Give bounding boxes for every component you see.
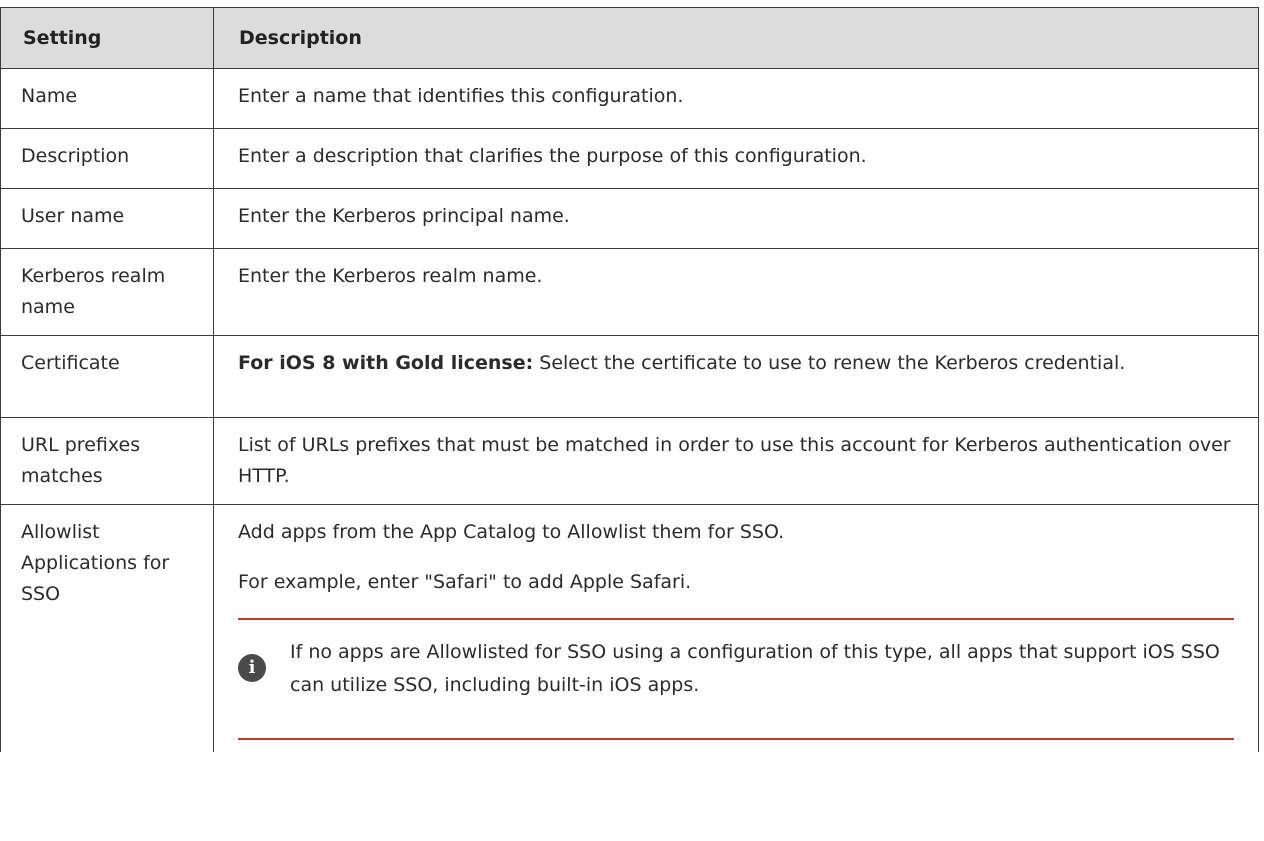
- setting-cell: User name: [0, 188, 214, 249]
- table-row: Allowlist Applications for SSO Add apps …: [0, 504, 1259, 752]
- description-cell: Enter a name that identifies this config…: [213, 68, 1259, 129]
- description-cell: For iOS 8 with Gold license: Select the …: [213, 335, 1259, 418]
- table-header-row: Setting Description: [0, 7, 1259, 69]
- note-text: If no apps are Allowlisted for SSO using…: [290, 641, 1220, 696]
- description-cell: Add apps from the App Catalog to Allowli…: [213, 504, 1259, 752]
- settings-table: Setting Description Name Enter a name th…: [0, 7, 1259, 752]
- setting-cell: Allowlist Applications for SSO: [0, 504, 214, 752]
- description-cell: Enter a description that clarifies the p…: [213, 128, 1259, 189]
- table-row: Name Enter a name that identifies this c…: [0, 68, 1259, 129]
- table-row: User name Enter the Kerberos principal n…: [0, 188, 1259, 249]
- info-icon: i: [238, 654, 266, 682]
- setting-cell: Description: [0, 128, 214, 189]
- description-cell: List of URLs prefixes that must be match…: [213, 417, 1259, 505]
- note-callout: i If no apps are Allowlisted for SSO usi…: [238, 618, 1234, 740]
- description-paragraph: For example, enter "Safari" to add Apple…: [238, 571, 692, 593]
- description-cell: Enter the Kerberos principal name.: [213, 188, 1259, 249]
- header-description: Description: [213, 7, 1259, 69]
- table-row: Kerberos realm name Enter the Kerberos r…: [0, 248, 1259, 336]
- description-bold-label: For iOS 8 with Gold license:: [238, 352, 534, 374]
- setting-cell: URL prefixes matches: [0, 417, 214, 505]
- description-cell: Enter the Kerberos realm name.: [213, 248, 1259, 336]
- table-row: Description Enter a description that cla…: [0, 128, 1259, 189]
- description-text: Select the certificate to use to renew t…: [533, 352, 1126, 374]
- setting-cell: Certificate: [0, 335, 214, 418]
- header-setting: Setting: [0, 7, 214, 69]
- description-paragraph: Add apps from the App Catalog to Allowli…: [238, 521, 785, 543]
- table-row: Certificate For iOS 8 with Gold license:…: [0, 335, 1259, 418]
- table-row: URL prefixes matches List of URLs prefix…: [0, 417, 1259, 505]
- setting-cell: Kerberos realm name: [0, 248, 214, 336]
- setting-cell: Name: [0, 68, 214, 129]
